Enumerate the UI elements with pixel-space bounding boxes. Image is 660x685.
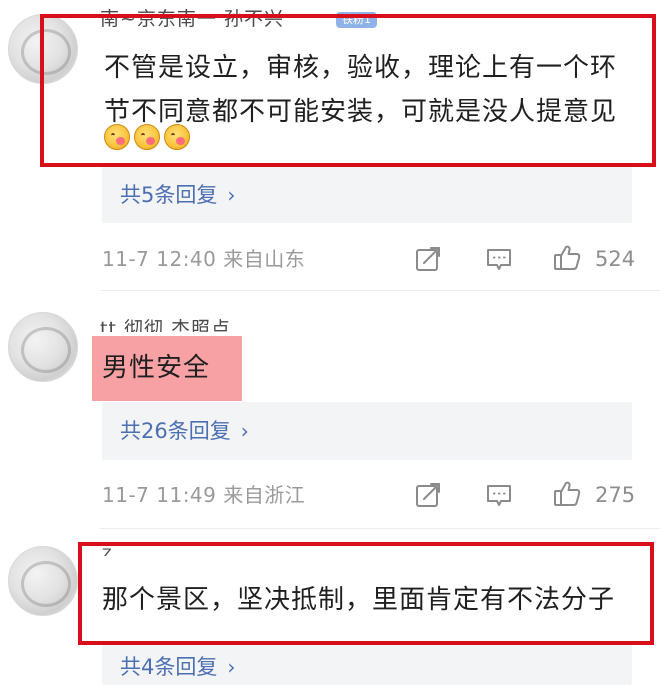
view-replies-link[interactable]: 共5条回复 › [120, 181, 235, 209]
username[interactable]: Z [102, 544, 142, 556]
replies-box: 共5条回复 › [102, 167, 632, 223]
replies-box: 共26条回复 › [102, 402, 632, 460]
replies-label: 共4条回复 [120, 655, 218, 679]
replies-box: 共4条回复 › [102, 645, 632, 685]
avatar[interactable] [8, 312, 78, 382]
view-replies-link[interactable]: 共26条回复 › [120, 417, 249, 445]
fan-badge: 铁粉1 [336, 12, 377, 28]
comment-2: tt 彻彻 杰照点 男性安全 共26条回复 › 11-7 11:49 来自浙江 2… [0, 290, 660, 530]
post-meta: 11-7 11:49 来自浙江 [102, 483, 306, 507]
chevron-right-icon: › [227, 183, 236, 207]
chevron-right-icon: › [227, 655, 236, 679]
like-icon[interactable] [552, 478, 582, 508]
emoji-row [104, 124, 190, 150]
comment-3: Z 那个景区，坚决抵制，里面肯定有不法分子 共4条回复 › [0, 530, 660, 685]
grin-blush-icon [164, 124, 190, 150]
comment-text: 那个景区，坚决抵制，里面肯定有不法分子 [102, 585, 616, 615]
avatar[interactable] [8, 546, 78, 616]
comment-icon[interactable] [484, 480, 514, 510]
like-count: 524 [595, 247, 636, 271]
replies-label: 共5条回复 [120, 183, 218, 207]
comment-1: 南~京东南一 孙不兴 铁粉1 不管是设立，审核，验收，理论上有一个环 节不同意都… [0, 0, 660, 291]
view-replies-link[interactable]: 共4条回复 › [120, 653, 235, 681]
grin-blush-icon [104, 124, 130, 150]
replies-label: 共26条回复 [120, 419, 231, 443]
chevron-right-icon: › [240, 419, 249, 443]
username[interactable]: 南~京东南一 孙不兴 [100, 8, 330, 30]
post-meta: 11-7 12:40 来自山东 [102, 247, 306, 271]
like-icon[interactable] [552, 242, 582, 272]
like-count: 275 [595, 483, 636, 507]
share-icon[interactable] [413, 244, 443, 274]
username[interactable]: tt 彻彻 杰照点 [100, 318, 260, 332]
avatar[interactable] [8, 14, 78, 84]
divider [100, 528, 660, 529]
share-icon[interactable] [413, 480, 443, 510]
grin-blush-icon [134, 124, 160, 150]
comment-icon[interactable] [484, 244, 514, 274]
comment-text-line1: 不管是设立，审核，验收，理论上有一个环 [104, 53, 618, 83]
comment-text: 男性安全 [102, 353, 211, 383]
